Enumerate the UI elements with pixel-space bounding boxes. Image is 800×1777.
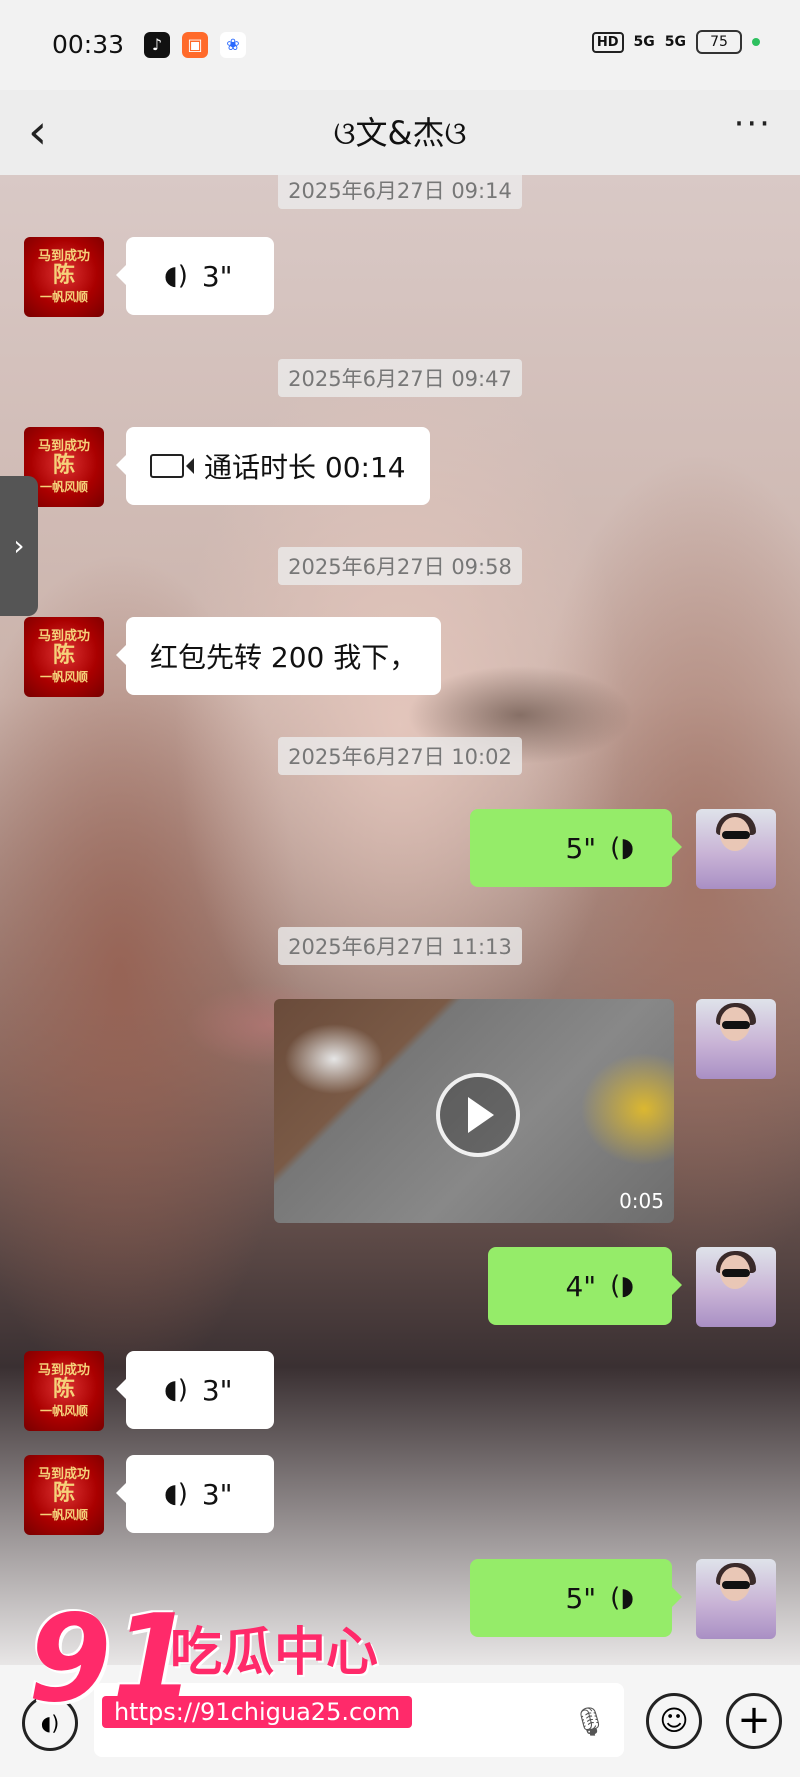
timestamp: 2025年6月27日 11:13 — [0, 927, 800, 965]
watermark-url: https://91chigua25.com — [102, 1696, 413, 1728]
voice-duration: 5" — [565, 1581, 597, 1615]
avatar[interactable]: 马到成功陈一帆风顺 — [24, 237, 104, 317]
voice-icon: (◗ — [610, 1583, 634, 1613]
text-message[interactable]: 红包先转 200 我下， — [115, 617, 442, 695]
voice-message[interactable]: ◖) 3" — [116, 237, 274, 315]
avatar[interactable]: 马到成功陈一帆风顺 — [24, 617, 104, 697]
side-expand-tab[interactable]: › — [0, 476, 38, 616]
voice-message[interactable]: ◖) 3" — [116, 1351, 274, 1429]
battery-icon: 75 — [696, 30, 742, 54]
voice-icon: ◖) — [164, 1375, 188, 1405]
signal-icon-2: 5G — [664, 34, 686, 50]
status-bar: 00:33 ♪ ▣ ❀ HD 5G 5G 75 — [0, 0, 800, 90]
play-icon[interactable] — [436, 1073, 520, 1157]
app-icon: ▣ — [182, 32, 208, 58]
avatar[interactable]: 马到成功陈一帆风顺 — [24, 1351, 104, 1431]
voice-duration: 3" — [201, 1477, 233, 1511]
chat-title: ଓ文&杰ଓ — [333, 114, 467, 152]
voice-message[interactable]: 5" (◗ — [470, 1559, 682, 1637]
timestamp: 2025年6月27日 09:47 — [0, 359, 800, 397]
tiktok-icon: ♪ — [144, 32, 170, 58]
call-message[interactable]: 通话时长 00:14 — [116, 427, 430, 505]
chat-area[interactable]: 2025年6月27日 09:14 马到成功陈一帆风顺 ◖) 3" 2025年6月… — [0, 175, 800, 1665]
mic-icon[interactable]: 🎙 — [572, 1705, 608, 1738]
more-icon[interactable]: ··· — [734, 104, 772, 144]
voice-icon: (◗ — [610, 833, 634, 863]
video-call-icon — [150, 454, 194, 478]
avatar-self[interactable] — [696, 1559, 776, 1639]
hd-icon: HD — [591, 31, 624, 53]
timestamp: 2025年6月27日 10:02 — [0, 737, 800, 775]
signal-icon: 5G — [633, 34, 655, 50]
timestamp: 2025年6月27日 09:58 — [0, 547, 800, 585]
voice-duration: 4" — [565, 1269, 597, 1303]
timestamp: 2025年6月27日 09:14 — [0, 175, 800, 209]
voice-duration: 3" — [201, 259, 233, 293]
voice-message[interactable]: 5" (◗ — [470, 809, 682, 887]
voice-icon: ◖) — [164, 1479, 188, 1509]
charging-dot — [752, 38, 760, 46]
watermark-text: 吃瓜中心 — [170, 1623, 379, 1683]
voice-icon: (◗ — [610, 1271, 634, 1301]
voice-icon: ◖) — [164, 261, 188, 291]
avatar-self[interactable] — [696, 809, 776, 889]
avatar-self[interactable] — [696, 999, 776, 1079]
status-time: 00:33 — [52, 30, 125, 59]
voice-message[interactable]: ◖) 3" — [116, 1455, 274, 1533]
voice-duration: 3" — [201, 1373, 233, 1407]
video-duration: 0:05 — [619, 1189, 664, 1213]
avatar-self[interactable] — [696, 1247, 776, 1327]
video-message[interactable]: 0:05 — [274, 999, 674, 1223]
voice-message[interactable]: 4" (◗ — [488, 1247, 682, 1325]
chat-header: ‹ ଓ文&杰ଓ ··· — [0, 90, 800, 175]
call-duration: 通话时长 00:14 — [204, 451, 406, 484]
message-text: 红包先转 200 我下， — [150, 641, 418, 674]
status-indicators: HD 5G 5G 75 — [591, 30, 760, 54]
plus-icon[interactable]: + — [726, 1693, 782, 1749]
voice-duration: 5" — [565, 831, 597, 865]
emoji-icon[interactable]: ☺ — [646, 1693, 702, 1749]
paw-icon: ❀ — [220, 32, 246, 58]
avatar[interactable]: 马到成功陈一帆风顺 — [24, 1455, 104, 1535]
